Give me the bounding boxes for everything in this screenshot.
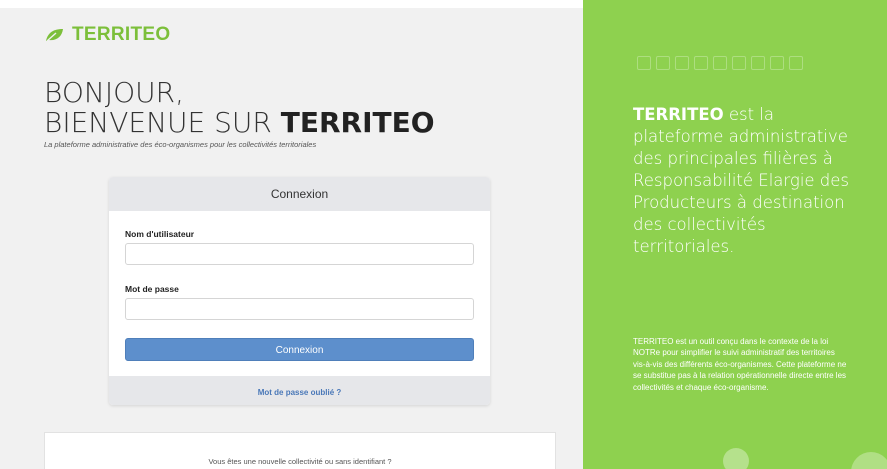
signup-box: Vous êtes une nouvelle collectivité ou s… <box>44 432 556 469</box>
top-strip <box>0 0 583 8</box>
password-input[interactable] <box>125 298 474 320</box>
welcome-heading: BONJOUR, BIENVENUE SUR TERRITEO <box>44 78 435 138</box>
login-button[interactable]: Connexion <box>125 338 474 361</box>
brand-logo[interactable]: TERRITEO <box>44 24 170 46</box>
panel-headline-text: est la plateforme administrative des pri… <box>633 105 850 256</box>
forgot-password-link[interactable]: Mot de passe oublié ? <box>258 388 342 397</box>
decorative-circle <box>723 448 749 469</box>
welcome-line-2: BIENVENUE SUR TERRITEO <box>44 108 435 138</box>
leaf-icon <box>46 29 63 42</box>
signup-prompt: Vous êtes une nouvelle collectivité ou s… <box>208 457 392 466</box>
welcome-prefix: BIENVENUE SUR <box>44 106 281 139</box>
info-panel: TERRITEO est la plateforme administrativ… <box>583 0 887 469</box>
textile-icon <box>789 56 803 70</box>
decorative-circle <box>851 452 887 469</box>
sector-icons <box>637 56 803 70</box>
login-card-title: Connexion <box>109 177 490 211</box>
brand-name: TERRITEO <box>72 24 171 45</box>
welcome-line-1: BONJOUR, <box>44 76 184 109</box>
battery-icon <box>694 56 708 70</box>
appliance-icon <box>713 56 727 70</box>
bottle-icon <box>675 56 689 70</box>
panel-headline-brand: TERRITEO <box>633 105 724 124</box>
login-card: Connexion Nom d'utilisateur Mot de passe… <box>109 177 490 405</box>
username-input[interactable] <box>125 243 474 265</box>
packaging-icon <box>770 56 784 70</box>
lamp-icon <box>637 56 651 70</box>
password-label: Mot de passe <box>125 284 179 294</box>
panel-description: TERRITEO est un outil conçu dans le cont… <box>633 337 847 392</box>
login-pane: TERRITEO BONJOUR, BIENVENUE SUR TERRITEO… <box>0 0 583 469</box>
medicine-icon <box>751 56 765 70</box>
tagline: La plateforme administrative des éco-org… <box>44 140 317 149</box>
panel-headline: TERRITEO est la plateforme administrativ… <box>633 104 863 258</box>
username-label: Nom d'utilisateur <box>125 229 195 239</box>
book-icon <box>732 56 746 70</box>
login-card-footer: Mot de passe oublié ? <box>109 376 490 405</box>
furniture-icon <box>656 56 670 70</box>
welcome-brand: TERRITEO <box>280 106 435 139</box>
